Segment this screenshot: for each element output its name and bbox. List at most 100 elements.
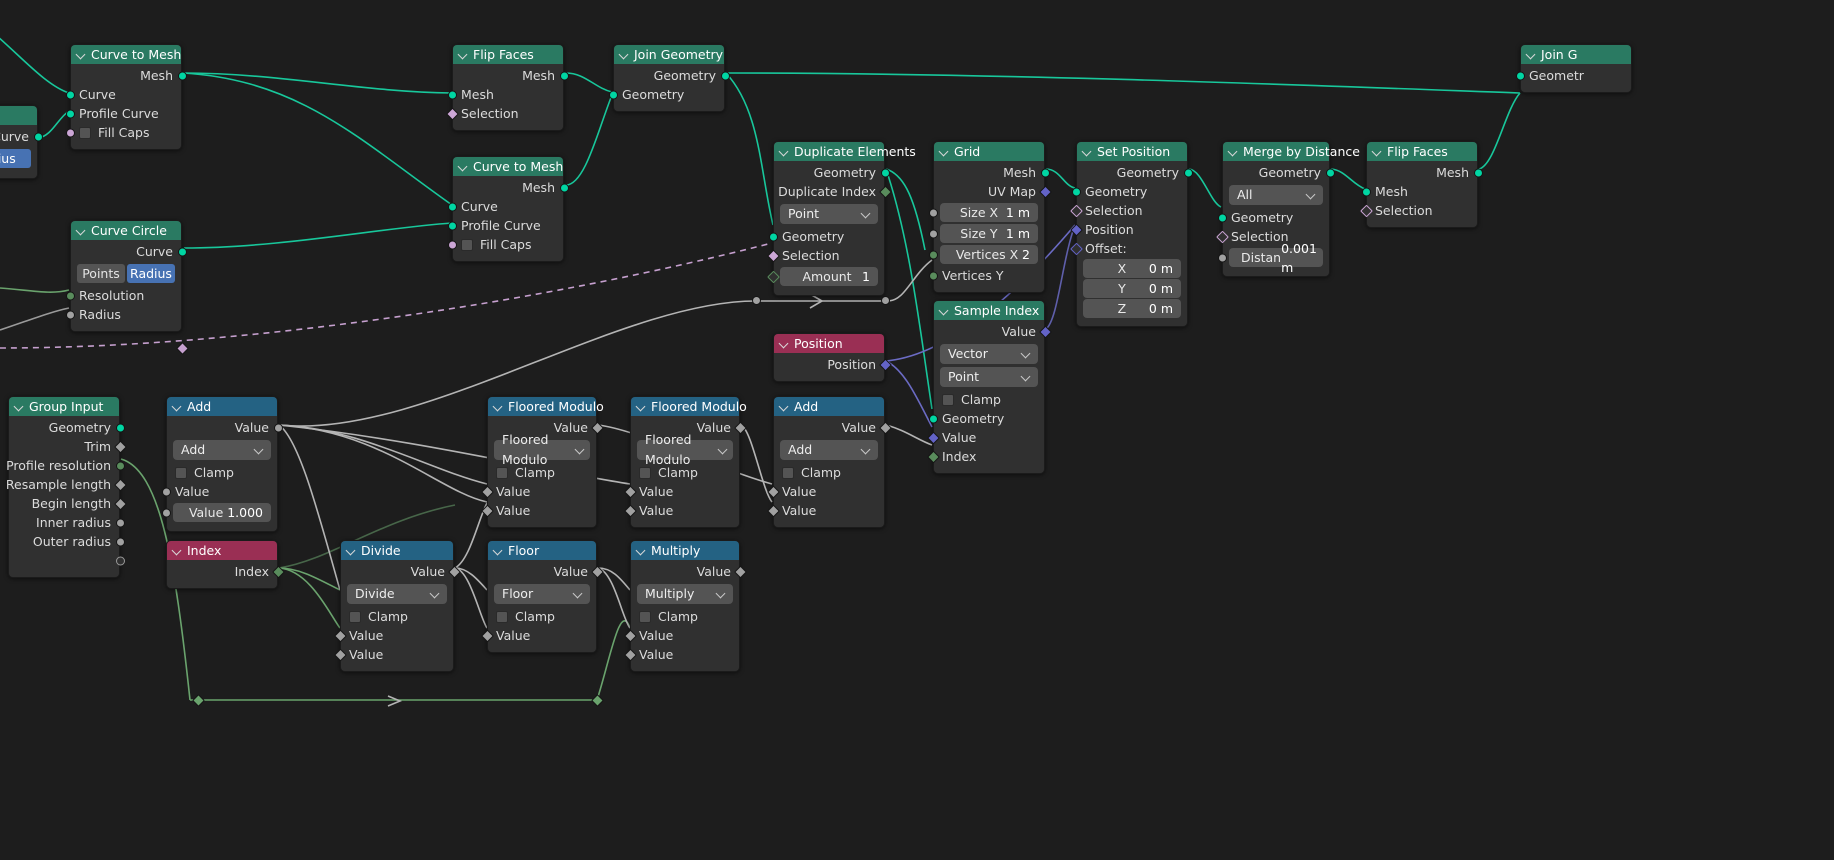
node-header[interactable]: Add: [774, 397, 884, 416]
socket-float-field[interactable]: [733, 565, 747, 578]
checkbox[interactable]: [639, 466, 651, 479]
input-socket-row[interactable]: Value: [333, 626, 453, 645]
node-index-1[interactable]: Index Index: [166, 540, 285, 589]
input-socket-row[interactable]: Mesh: [1361, 182, 1477, 201]
chevron-down-icon[interactable]: [1083, 147, 1092, 156]
node-join-geometry-2[interactable]: Join G Geometr: [1515, 44, 1632, 93]
socket-vector-field[interactable]: [1069, 223, 1083, 236]
node-header[interactable]: Grid: [934, 142, 1044, 161]
chevron-down-icon[interactable]: [620, 50, 629, 59]
socket-float-field[interactable]: [447, 565, 461, 578]
clamp-checkbox-row[interactable]: Clamp: [934, 390, 1044, 409]
chevron-down-icon[interactable]: [1527, 50, 1536, 59]
node-header[interactable]: Flip Faces: [453, 45, 563, 64]
input-socket-row[interactable]: Curve: [447, 197, 563, 216]
checkbox[interactable]: [496, 610, 508, 623]
chevron-down-icon[interactable]: [494, 546, 503, 555]
node-position-1[interactable]: Position Position: [773, 333, 892, 382]
input-socket-row[interactable]: Geometr: [1515, 66, 1631, 85]
node-header[interactable]: Divide: [341, 541, 453, 560]
input-socket-row[interactable]: Selection: [445, 104, 563, 123]
chevron-down-icon[interactable]: [15, 402, 24, 411]
chevron-down-icon[interactable]: [940, 147, 949, 156]
socket-float-field[interactable]: [480, 504, 494, 517]
clamp-checkbox-row[interactable]: Clamp: [774, 463, 884, 482]
socket-float-field[interactable]: [733, 421, 747, 434]
socket-empty[interactable]: [115, 556, 125, 565]
clamp-checkbox-row[interactable]: Clamp: [167, 463, 277, 482]
socket-float[interactable]: [273, 423, 283, 432]
input-socket-row[interactable]: Value: [480, 626, 596, 645]
output-socket-row[interactable]: Inner radius: [9, 513, 125, 532]
input-socket-row[interactable]: Value: [766, 482, 884, 501]
input-socket-row[interactable]: Profile Curve: [447, 216, 563, 235]
input-socket-row[interactable]: Geometry: [928, 409, 1044, 428]
socket-geometry[interactable]: [880, 168, 890, 177]
node-curve-circle-1[interactable]: Curve Circle Curve Points Radius Resolution R…: [65, 220, 187, 332]
socket-geometry[interactable]: [768, 232, 778, 241]
number-field[interactable]: Vertices X2: [940, 245, 1038, 264]
node-header[interactable]: Curve to Mesh: [71, 45, 181, 64]
chevron-down-icon[interactable]: [780, 402, 789, 411]
input-socket-row[interactable]: Value: [623, 482, 739, 501]
input-socket-row[interactable]: Geometry: [1217, 208, 1329, 227]
socket-float-field[interactable]: [480, 629, 494, 642]
chevron-down-icon[interactable]: [780, 339, 789, 348]
socket-boolean[interactable]: [447, 240, 457, 249]
output-socket-row[interactable]: UV Map: [934, 182, 1052, 201]
dropdown-select[interactable]: Floored Modulo: [494, 432, 590, 467]
clamp-checkbox-row[interactable]: Clamp: [631, 463, 739, 482]
socket-float-field[interactable]: [113, 497, 127, 510]
input-number-row[interactable]: Distan 0.001 m: [1217, 241, 1329, 275]
input-socket-row[interactable]: Value: [623, 645, 739, 664]
socket-float-field[interactable]: [333, 629, 347, 642]
socket-float-field[interactable]: [333, 648, 347, 661]
clamp-checkbox-row[interactable]: Clamp: [341, 607, 453, 626]
socket-geometry[interactable]: [65, 90, 75, 99]
output-socket-row[interactable]: Resample length: [6, 475, 127, 494]
node-header[interactable]: Flip Faces: [1367, 142, 1477, 161]
node-math-add-2[interactable]: Add Value Add Clamp Value Value: [766, 396, 892, 528]
node-flip-faces-1[interactable]: Flip Faces Mesh Mesh Selection: [445, 44, 569, 131]
socket-geometry[interactable]: [1325, 168, 1335, 177]
socket-geometry[interactable]: [115, 423, 125, 432]
node-merge-by-distance-1[interactable]: Merge by Distance Geometry All Geometry Sele…: [1215, 141, 1360, 277]
socket-integer[interactable]: [115, 461, 125, 470]
output-socket-row[interactable]: Index: [167, 562, 285, 581]
socket-geometry[interactable]: [177, 247, 187, 256]
socket-boolean[interactable]: [65, 128, 75, 137]
input-number-row[interactable]: Value 1.000: [161, 503, 277, 522]
socket-vector-field[interactable]: [1038, 185, 1052, 198]
socket-boolean-field[interactable]: [1359, 204, 1373, 217]
mode-button-adius[interactable]: adius: [0, 149, 31, 168]
socket-integer[interactable]: [928, 250, 938, 259]
socket-integer-field[interactable]: [271, 565, 285, 578]
input-socket-row[interactable]: Geometry: [768, 227, 884, 246]
node-curve-to-mesh-1[interactable]: Curve to Mesh Mesh Curve Profile Curve Fill …: [65, 44, 187, 150]
chevron-down-icon[interactable]: [173, 546, 182, 555]
node-header[interactable]: Position: [774, 334, 884, 353]
input-socket-row[interactable]: Position: [1069, 220, 1187, 239]
output-socket-row[interactable]: Value: [488, 418, 604, 437]
socket-geometry[interactable]: [177, 71, 187, 80]
number-field[interactable]: Size X 1 m: [940, 203, 1038, 222]
socket-geometry[interactable]: [608, 90, 618, 99]
node-header[interactable]: Set Position: [1077, 142, 1187, 161]
node-header[interactable]: Group Input: [9, 397, 119, 416]
node-partial-left-node[interactable]: Curve adius: [0, 105, 43, 179]
socket-boolean-field[interactable]: [1215, 230, 1229, 243]
chevron-down-icon[interactable]: [77, 50, 86, 59]
mode-button-points[interactable]: Points: [77, 264, 125, 283]
socket-float-field[interactable]: [113, 478, 127, 491]
socket-integer-field[interactable]: [766, 270, 780, 283]
reroute-point[interactable]: [192, 694, 205, 707]
checkbox[interactable]: [79, 126, 91, 139]
node-header[interactable]: Curve to Mesh: [453, 157, 563, 176]
output-socket-row[interactable]: Mesh: [453, 178, 569, 197]
socket-float[interactable]: [928, 229, 938, 238]
node-header[interactable]: Curve Circle: [71, 221, 181, 240]
node-header[interactable]: Join G: [1521, 45, 1631, 64]
input-number-row[interactable]: Vertices X2: [928, 245, 1044, 264]
input-socket-row[interactable]: Value: [926, 428, 1044, 447]
output-socket-row[interactable]: Profile resolution: [6, 456, 125, 475]
